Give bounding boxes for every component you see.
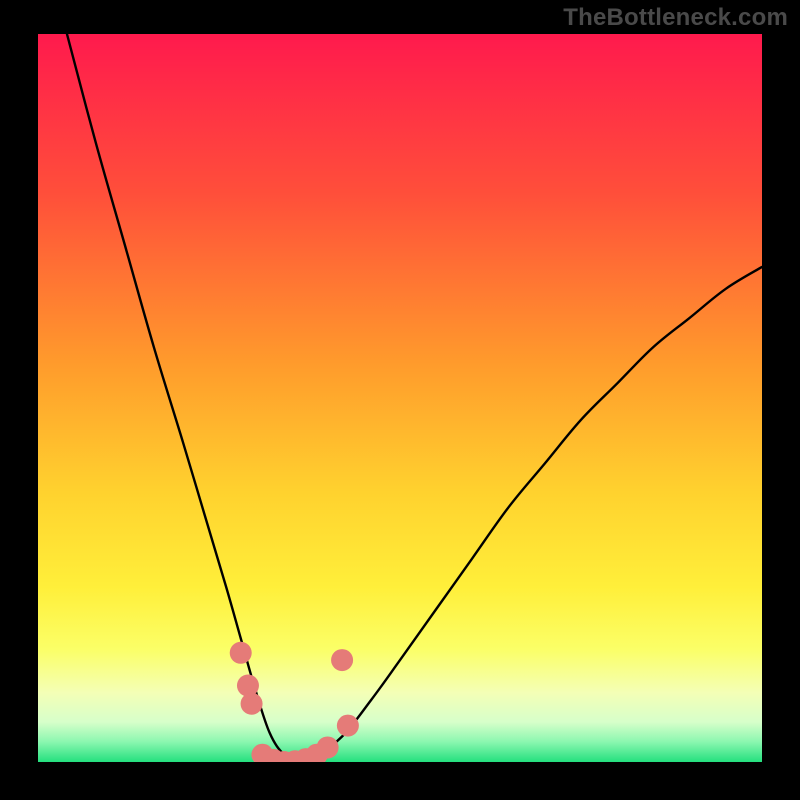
curve-marker	[237, 675, 259, 697]
chart-svg	[0, 0, 800, 800]
curve-marker	[337, 715, 359, 737]
plot-background-gradient	[38, 34, 762, 762]
chart-frame: { "attribution": "TheBottleneck.com", "c…	[0, 0, 800, 800]
attribution-watermark: TheBottleneck.com	[563, 4, 788, 32]
curve-marker	[230, 642, 252, 664]
curve-marker	[317, 736, 339, 758]
curve-marker	[241, 693, 263, 715]
curve-marker	[331, 649, 353, 671]
